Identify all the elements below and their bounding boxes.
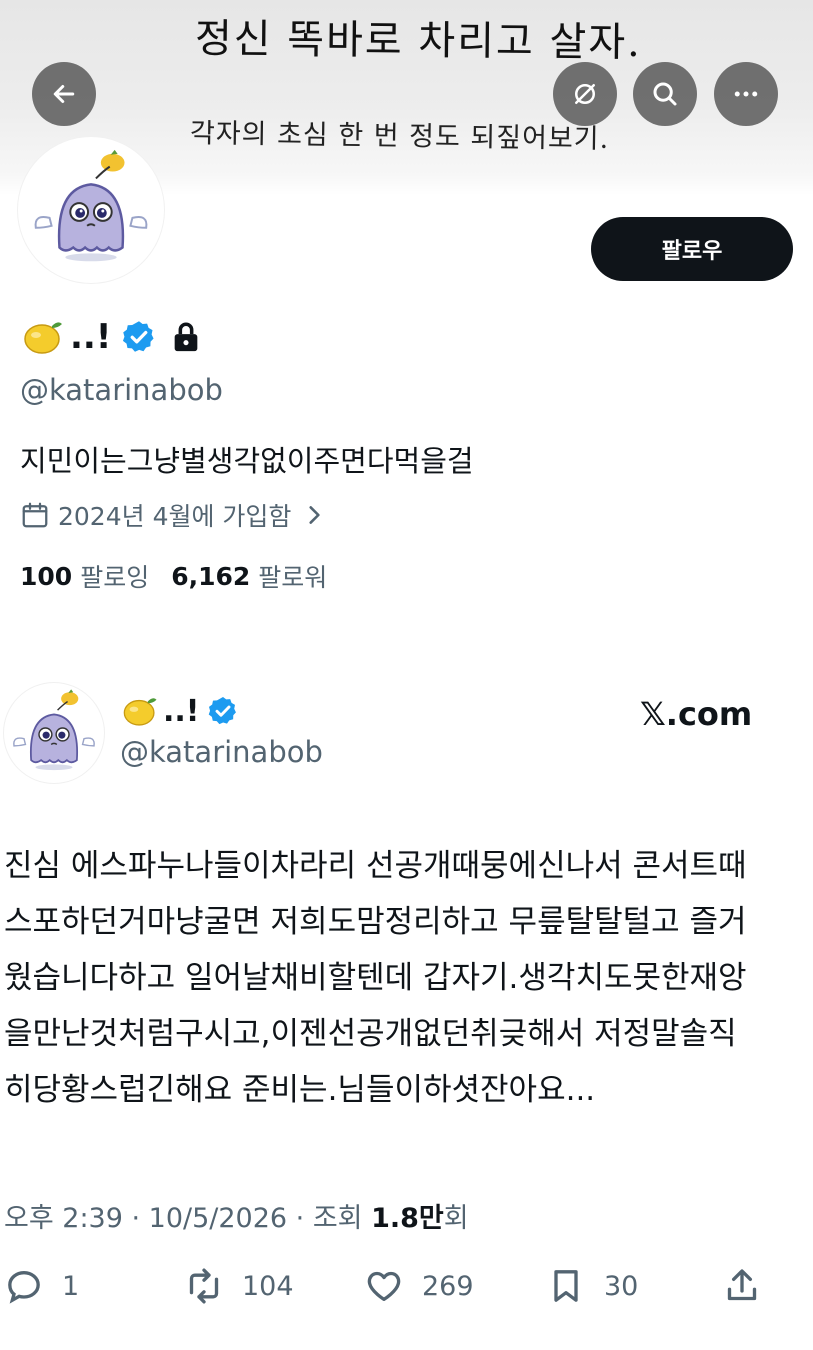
profile-avatar[interactable] bbox=[18, 137, 164, 283]
verified-badge-icon bbox=[209, 697, 237, 725]
more-button[interactable] bbox=[714, 62, 778, 126]
search-button[interactable] bbox=[633, 62, 697, 126]
tweet-text: 진심 에스파누나들이차라리 선공개때뭉에신나서 콘서트때스포하던거마냥굴면 저희… bbox=[4, 848, 747, 1108]
profile-bio: 지민이는그냥별생각없이주면다먹을걸 bbox=[20, 444, 474, 478]
retweet-button[interactable]: 104 bbox=[184, 1266, 294, 1306]
tweet-action-bar: 1 104 269 30 bbox=[4, 1266, 784, 1316]
arrow-left-icon bbox=[53, 85, 75, 103]
profile-name: ..! bbox=[70, 317, 112, 357]
joined-date-text: 2024년 4월에 가입함 bbox=[58, 502, 292, 531]
reply-count: 1 bbox=[62, 1270, 80, 1302]
retweet-icon bbox=[189, 1268, 219, 1304]
tweet-meta: 오후 2:39 · 10/5/2026 · 조회 1.8만회 bbox=[4, 1196, 469, 1235]
follow-stats: 100 팔로잉 6,162 팔로워 bbox=[20, 558, 349, 594]
tweet-timestamp[interactable]: 오후 2:39 · 10/5/2026 · 조회 bbox=[4, 1203, 371, 1234]
joined-date-row[interactable]: 2024년 4월에 가입함 bbox=[20, 497, 327, 533]
ghost-mascot-avatar bbox=[34, 149, 148, 262]
like-button[interactable]: 269 bbox=[364, 1266, 474, 1306]
x-com-logo: 𝕏.com bbox=[640, 695, 753, 733]
heart-icon bbox=[367, 1271, 401, 1301]
lock-icon bbox=[175, 322, 198, 352]
tweet-views-suffix: 회 bbox=[443, 1203, 469, 1234]
follow-button[interactable]: 팔로우 bbox=[591, 217, 793, 281]
reply-icon bbox=[8, 1270, 40, 1304]
grok-button[interactable] bbox=[553, 62, 617, 126]
banner-text-line2: 각자의 초심 한 번 정도 되짚어보기. bbox=[189, 118, 610, 155]
retweet-count: 104 bbox=[242, 1270, 294, 1302]
bookmark-button[interactable]: 30 bbox=[546, 1266, 638, 1306]
more-dots-icon bbox=[734, 91, 758, 97]
following-label[interactable]: 팔로잉 bbox=[80, 558, 149, 594]
bookmark-count: 30 bbox=[604, 1270, 639, 1302]
ghost-mascot-avatar bbox=[13, 689, 95, 771]
like-count: 269 bbox=[422, 1270, 474, 1302]
tweet-author-row: ..! bbox=[120, 688, 239, 734]
profile-handle: @katarinabob bbox=[20, 373, 223, 407]
tweet-views: 1.8만 bbox=[371, 1203, 444, 1234]
tweet-author-name[interactable]: ..! bbox=[163, 694, 199, 729]
lemon-emoji bbox=[24, 322, 62, 354]
slash-circle-icon bbox=[575, 84, 595, 104]
lemon-emoji bbox=[123, 698, 157, 726]
search-icon bbox=[653, 82, 677, 106]
tweet-author-handle[interactable]: @katarinabob bbox=[120, 735, 323, 769]
calendar-icon bbox=[22, 502, 48, 528]
following-count[interactable]: 100 bbox=[20, 562, 72, 591]
followers-count[interactable]: 6,162 bbox=[171, 562, 250, 591]
verified-badge-icon bbox=[123, 321, 154, 352]
back-button[interactable] bbox=[32, 62, 96, 126]
profile-name-row: ..! bbox=[20, 312, 203, 362]
share-button[interactable] bbox=[722, 1266, 762, 1306]
chevron-right-icon bbox=[309, 506, 321, 524]
reply-button[interactable]: 1 bbox=[4, 1266, 79, 1306]
followers-label[interactable]: 팔로워 bbox=[258, 558, 327, 594]
banner-text-line1: 정신 똑바로 차리고 살자. bbox=[194, 16, 643, 66]
tweet-avatar[interactable] bbox=[4, 683, 104, 783]
share-icon bbox=[727, 1269, 757, 1301]
bookmark-icon bbox=[554, 1270, 578, 1302]
